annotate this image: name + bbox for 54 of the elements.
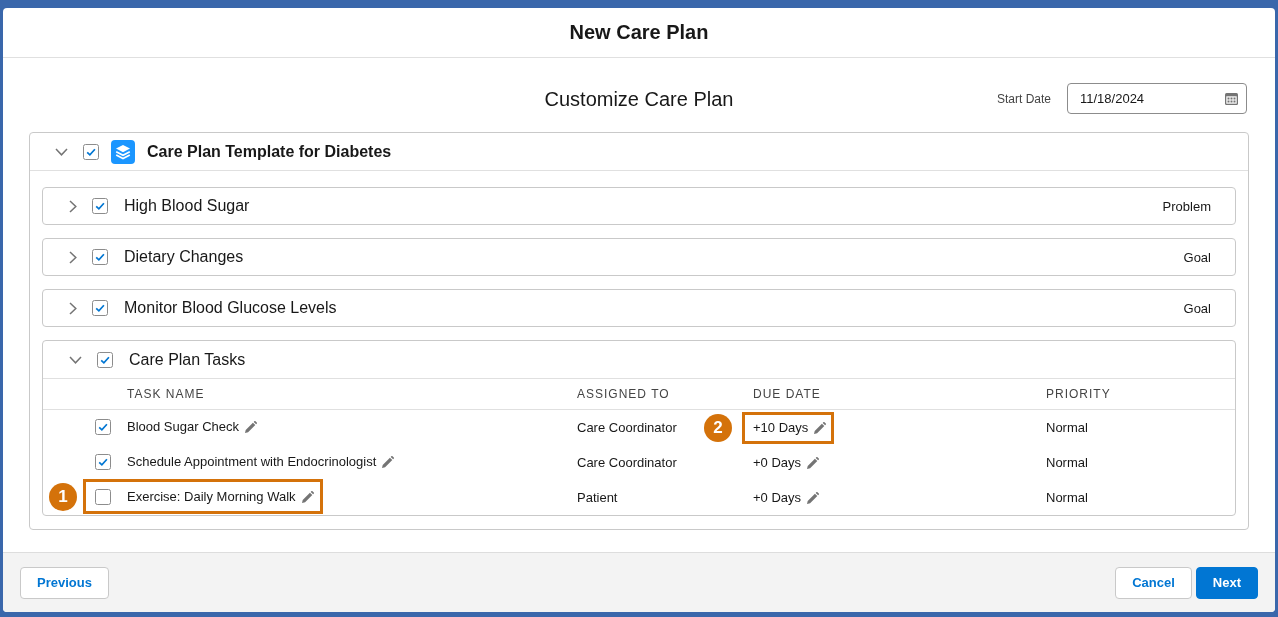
checkbox[interactable] bbox=[83, 143, 99, 160]
page-heading: Customize Care Plan bbox=[544, 87, 734, 111]
section-title: Monitor Blood Glucose Levels bbox=[124, 299, 338, 317]
task-name: Exercise: Daily Morning Walk bbox=[127, 489, 296, 504]
pencil-icon[interactable] bbox=[807, 456, 820, 469]
checkbox[interactable] bbox=[95, 418, 111, 435]
chevron-icon[interactable] bbox=[69, 301, 77, 315]
chevron-icon[interactable] bbox=[69, 250, 77, 264]
table-cell: Patient bbox=[577, 490, 618, 505]
checkbox[interactable] bbox=[95, 453, 111, 470]
calendar-icon[interactable] bbox=[1225, 92, 1238, 105]
section-title: Care Plan Tasks bbox=[129, 350, 247, 369]
chevron-icon[interactable] bbox=[69, 355, 82, 364]
table-cell: Care Coordinator bbox=[577, 420, 677, 435]
column-header: TASK NAME bbox=[127, 387, 205, 401]
checkbox[interactable] bbox=[92, 300, 108, 316]
start-date-label: Start Date bbox=[996, 91, 1051, 106]
column-header: PRIORITY bbox=[1046, 387, 1111, 401]
section-type-label: Goal bbox=[1183, 249, 1211, 265]
task-name: Blood Sugar Check bbox=[127, 419, 239, 434]
pencil-icon[interactable] bbox=[301, 490, 314, 503]
callout-number: 2 bbox=[704, 413, 732, 442]
checkbox[interactable] bbox=[95, 488, 111, 505]
chevron-icon[interactable] bbox=[55, 147, 68, 156]
chevron-icon[interactable] bbox=[69, 199, 77, 213]
start-date-input[interactable]: 11/18/2024 bbox=[1067, 83, 1247, 114]
checkbox[interactable] bbox=[97, 351, 113, 368]
layers-icon bbox=[111, 139, 135, 164]
checkbox[interactable] bbox=[92, 249, 108, 265]
section-type-label: Problem bbox=[1162, 198, 1211, 214]
pencil-icon[interactable] bbox=[382, 455, 395, 468]
pencil-icon[interactable] bbox=[245, 420, 257, 433]
section-title: Dietary Changes bbox=[124, 248, 245, 266]
footer-button[interactable]: Cancel bbox=[1115, 566, 1192, 599]
table-cell: Normal bbox=[1046, 455, 1088, 470]
column-header: ASSIGNED TO bbox=[577, 387, 670, 401]
due-date-value: +10 Days bbox=[753, 420, 809, 435]
table-cell: Normal bbox=[1046, 490, 1088, 505]
callout-number: 1 bbox=[49, 482, 77, 511]
footer-button[interactable]: Previous bbox=[20, 566, 109, 599]
pencil-icon[interactable] bbox=[814, 421, 827, 434]
column-header: DUE DATE bbox=[753, 387, 821, 401]
section-title: High Blood Sugar bbox=[124, 197, 251, 215]
modal-title: New Care Plan bbox=[569, 21, 709, 44]
template-title: Care Plan Template for Diabetes bbox=[147, 142, 392, 161]
pencil-icon[interactable] bbox=[807, 491, 820, 504]
due-date-value: +0 Days bbox=[753, 490, 802, 505]
section-type-label: Goal bbox=[1183, 300, 1211, 316]
table-cell: Care Coordinator bbox=[577, 455, 677, 470]
footer-button[interactable]: Next bbox=[1195, 566, 1258, 599]
task-name: Schedule Appointment with Endocrinologist bbox=[127, 454, 377, 469]
checkbox[interactable] bbox=[92, 198, 108, 214]
table-cell: Normal bbox=[1046, 420, 1088, 435]
due-date-value: +0 Days bbox=[753, 455, 802, 470]
